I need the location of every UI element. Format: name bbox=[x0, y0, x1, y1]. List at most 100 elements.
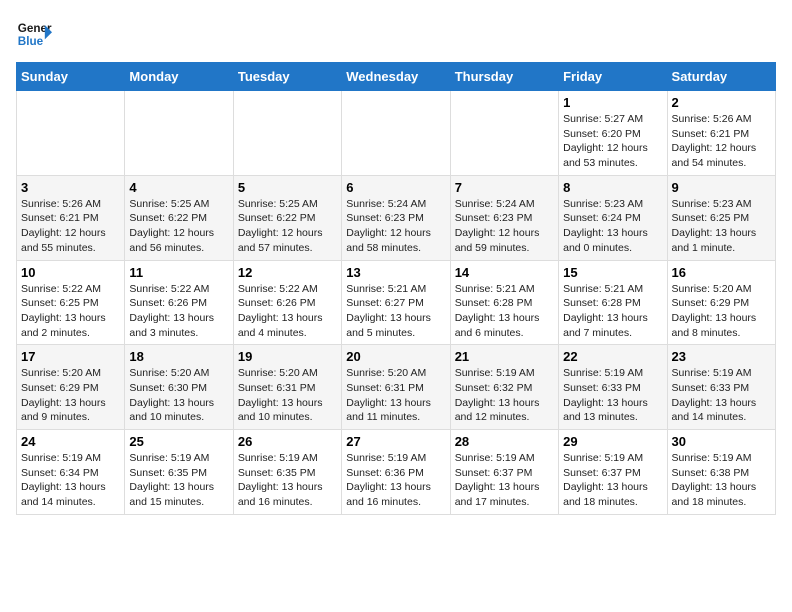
cell-details: Sunrise: 5:22 AM Sunset: 6:26 PM Dayligh… bbox=[238, 282, 337, 341]
day-number: 8 bbox=[563, 180, 662, 195]
cell-w2-d4: 6 Sunrise: 5:24 AM Sunset: 6:23 PM Daylig… bbox=[342, 175, 450, 260]
cell-w1-d5 bbox=[450, 91, 558, 176]
cell-w3-d4: 13 Sunrise: 5:21 AM Sunset: 6:27 PM Dayli… bbox=[342, 260, 450, 345]
day-number: 29 bbox=[563, 434, 662, 449]
cell-details: Sunrise: 5:19 AM Sunset: 6:32 PM Dayligh… bbox=[455, 366, 554, 425]
header-friday: Friday bbox=[559, 63, 667, 91]
day-number: 21 bbox=[455, 349, 554, 364]
day-number: 16 bbox=[672, 265, 771, 280]
cell-details: Sunrise: 5:19 AM Sunset: 6:38 PM Dayligh… bbox=[672, 451, 771, 510]
logo-icon: General Blue bbox=[16, 16, 52, 52]
cell-w3-d3: 12 Sunrise: 5:22 AM Sunset: 6:26 PM Dayli… bbox=[233, 260, 341, 345]
day-number: 3 bbox=[21, 180, 120, 195]
cell-w2-d5: 7 Sunrise: 5:24 AM Sunset: 6:23 PM Daylig… bbox=[450, 175, 558, 260]
cell-w1-d7: 2Sunrise: 5:26 AM Sunset: 6:21 PM Daylig… bbox=[667, 91, 775, 176]
cell-details: Sunrise: 5:24 AM Sunset: 6:23 PM Dayligh… bbox=[455, 197, 554, 256]
cell-w4-d6: 22Sunrise: 5:19 AM Sunset: 6:33 PM Dayli… bbox=[559, 345, 667, 430]
cell-w5-d5: 28 Sunrise: 5:19 AM Sunset: 6:37 PM Dayli… bbox=[450, 430, 558, 515]
cell-w1-d1 bbox=[17, 91, 125, 176]
cell-details: Sunrise: 5:20 AM Sunset: 6:30 PM Dayligh… bbox=[129, 366, 228, 425]
header-saturday: Saturday bbox=[667, 63, 775, 91]
header-monday: Monday bbox=[125, 63, 233, 91]
header-sunday: Sunday bbox=[17, 63, 125, 91]
header-wednesday: Wednesday bbox=[342, 63, 450, 91]
cell-w5-d4: 27 Sunrise: 5:19 AM Sunset: 6:36 PM Dayli… bbox=[342, 430, 450, 515]
day-number: 13 bbox=[346, 265, 445, 280]
cell-details: Sunrise: 5:19 AM Sunset: 6:33 PM Dayligh… bbox=[672, 366, 771, 425]
cell-details: Sunrise: 5:22 AM Sunset: 6:26 PM Dayligh… bbox=[129, 282, 228, 341]
day-number: 5 bbox=[238, 180, 337, 195]
day-number: 10 bbox=[21, 265, 120, 280]
cell-w4-d3: 19Sunrise: 5:20 AM Sunset: 6:31 PM Dayli… bbox=[233, 345, 341, 430]
cell-details: Sunrise: 5:20 AM Sunset: 6:31 PM Dayligh… bbox=[346, 366, 445, 425]
day-number: 11 bbox=[129, 265, 228, 280]
cell-w5-d3: 26 Sunrise: 5:19 AM Sunset: 6:35 PM Dayli… bbox=[233, 430, 341, 515]
cell-w3-d1: 10Sunrise: 5:22 AM Sunset: 6:25 PM Dayli… bbox=[17, 260, 125, 345]
day-number: 2 bbox=[672, 95, 771, 110]
cell-w2-d3: 5 Sunrise: 5:25 AM Sunset: 6:22 PM Daylig… bbox=[233, 175, 341, 260]
day-number: 25 bbox=[129, 434, 228, 449]
day-number: 17 bbox=[21, 349, 120, 364]
cell-w5-d2: 25 Sunrise: 5:19 AM Sunset: 6:35 PM Dayli… bbox=[125, 430, 233, 515]
cell-details: Sunrise: 5:19 AM Sunset: 6:34 PM Dayligh… bbox=[21, 451, 120, 510]
day-number: 27 bbox=[346, 434, 445, 449]
week-row-3: 10Sunrise: 5:22 AM Sunset: 6:25 PM Dayli… bbox=[17, 260, 776, 345]
cell-details: Sunrise: 5:21 AM Sunset: 6:27 PM Dayligh… bbox=[346, 282, 445, 341]
week-row-1: 1Sunrise: 5:27 AM Sunset: 6:20 PM Daylig… bbox=[17, 91, 776, 176]
day-number: 7 bbox=[455, 180, 554, 195]
cell-w1-d2 bbox=[125, 91, 233, 176]
cell-details: Sunrise: 5:20 AM Sunset: 6:31 PM Dayligh… bbox=[238, 366, 337, 425]
cell-w2-d1: 3 Sunrise: 5:26 AM Sunset: 6:21 PM Daylig… bbox=[17, 175, 125, 260]
day-number: 23 bbox=[672, 349, 771, 364]
cell-w3-d5: 14Sunrise: 5:21 AM Sunset: 6:28 PM Dayli… bbox=[450, 260, 558, 345]
cell-w1-d6: 1Sunrise: 5:27 AM Sunset: 6:20 PM Daylig… bbox=[559, 91, 667, 176]
cell-details: Sunrise: 5:19 AM Sunset: 6:35 PM Dayligh… bbox=[238, 451, 337, 510]
cell-w5-d6: 29Sunrise: 5:19 AM Sunset: 6:37 PM Dayli… bbox=[559, 430, 667, 515]
header-thursday: Thursday bbox=[450, 63, 558, 91]
cell-details: Sunrise: 5:19 AM Sunset: 6:37 PM Dayligh… bbox=[455, 451, 554, 510]
page-header: General Blue bbox=[16, 16, 776, 52]
cell-details: Sunrise: 5:27 AM Sunset: 6:20 PM Dayligh… bbox=[563, 112, 662, 171]
svg-text:Blue: Blue bbox=[18, 35, 44, 48]
header-tuesday: Tuesday bbox=[233, 63, 341, 91]
cell-w3-d2: 11 Sunrise: 5:22 AM Sunset: 6:26 PM Dayli… bbox=[125, 260, 233, 345]
day-number: 30 bbox=[672, 434, 771, 449]
cell-w1-d4 bbox=[342, 91, 450, 176]
cell-details: Sunrise: 5:20 AM Sunset: 6:29 PM Dayligh… bbox=[672, 282, 771, 341]
day-number: 6 bbox=[346, 180, 445, 195]
cell-w5-d1: 24 Sunrise: 5:19 AM Sunset: 6:34 PM Dayli… bbox=[17, 430, 125, 515]
day-number: 14 bbox=[455, 265, 554, 280]
cell-w1-d3 bbox=[233, 91, 341, 176]
day-number: 4 bbox=[129, 180, 228, 195]
cell-w2-d7: 9Sunrise: 5:23 AM Sunset: 6:25 PM Daylig… bbox=[667, 175, 775, 260]
cell-details: Sunrise: 5:25 AM Sunset: 6:22 PM Dayligh… bbox=[129, 197, 228, 256]
day-number: 12 bbox=[238, 265, 337, 280]
cell-details: Sunrise: 5:19 AM Sunset: 6:36 PM Dayligh… bbox=[346, 451, 445, 510]
day-number: 28 bbox=[455, 434, 554, 449]
cell-details: Sunrise: 5:23 AM Sunset: 6:24 PM Dayligh… bbox=[563, 197, 662, 256]
week-row-5: 24 Sunrise: 5:19 AM Sunset: 6:34 PM Dayli… bbox=[17, 430, 776, 515]
cell-w2-d2: 4 Sunrise: 5:25 AM Sunset: 6:22 PM Daylig… bbox=[125, 175, 233, 260]
calendar-table: SundayMondayTuesdayWednesdayThursdayFrid… bbox=[16, 62, 776, 515]
week-row-4: 17 Sunrise: 5:20 AM Sunset: 6:29 PM Dayli… bbox=[17, 345, 776, 430]
day-number: 20 bbox=[346, 349, 445, 364]
day-number: 26 bbox=[238, 434, 337, 449]
logo: General Blue bbox=[16, 16, 52, 52]
cell-details: Sunrise: 5:24 AM Sunset: 6:23 PM Dayligh… bbox=[346, 197, 445, 256]
cell-details: Sunrise: 5:19 AM Sunset: 6:33 PM Dayligh… bbox=[563, 366, 662, 425]
cell-w5-d7: 30 Sunrise: 5:19 AM Sunset: 6:38 PM Dayli… bbox=[667, 430, 775, 515]
cell-w4-d2: 18 Sunrise: 5:20 AM Sunset: 6:30 PM Dayli… bbox=[125, 345, 233, 430]
day-number: 18 bbox=[129, 349, 228, 364]
cell-details: Sunrise: 5:26 AM Sunset: 6:21 PM Dayligh… bbox=[21, 197, 120, 256]
cell-w4-d1: 17 Sunrise: 5:20 AM Sunset: 6:29 PM Dayli… bbox=[17, 345, 125, 430]
calendar-header-row: SundayMondayTuesdayWednesdayThursdayFrid… bbox=[17, 63, 776, 91]
cell-w3-d6: 15Sunrise: 5:21 AM Sunset: 6:28 PM Dayli… bbox=[559, 260, 667, 345]
day-number: 24 bbox=[21, 434, 120, 449]
cell-w4-d7: 23 Sunrise: 5:19 AM Sunset: 6:33 PM Dayli… bbox=[667, 345, 775, 430]
day-number: 9 bbox=[672, 180, 771, 195]
day-number: 15 bbox=[563, 265, 662, 280]
cell-details: Sunrise: 5:20 AM Sunset: 6:29 PM Dayligh… bbox=[21, 366, 120, 425]
cell-details: Sunrise: 5:25 AM Sunset: 6:22 PM Dayligh… bbox=[238, 197, 337, 256]
cell-details: Sunrise: 5:19 AM Sunset: 6:35 PM Dayligh… bbox=[129, 451, 228, 510]
cell-w3-d7: 16 Sunrise: 5:20 AM Sunset: 6:29 PM Dayli… bbox=[667, 260, 775, 345]
